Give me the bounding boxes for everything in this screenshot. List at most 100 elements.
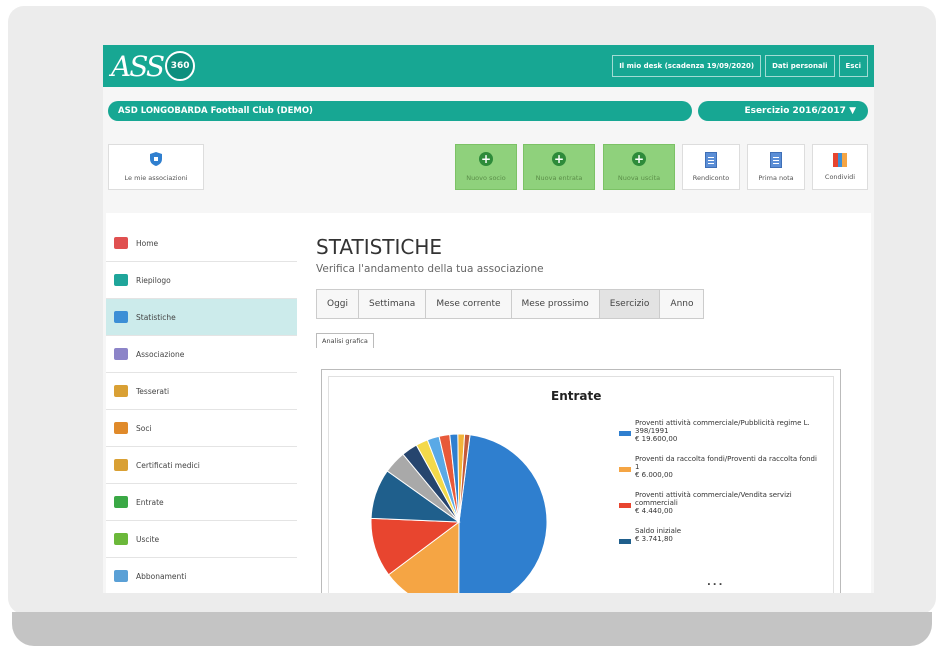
sidebar-item-label: Riepilogo bbox=[136, 275, 171, 285]
legend-label: Proventi attività commerciale/Vendita se… bbox=[635, 491, 792, 507]
page-subtitle: Verifica l'andamento della tua associazi… bbox=[316, 263, 544, 275]
legend-item[interactable]: Saldo iniziale € 3.741,80 bbox=[619, 527, 819, 544]
new-expense-label: Nuova uscita bbox=[617, 174, 661, 182]
sidebar-item-label: Entrate bbox=[136, 497, 164, 507]
new-income-button[interactable]: + Nuova entrata bbox=[523, 144, 595, 190]
home-icon bbox=[114, 237, 128, 249]
sidebar-item-uscite[interactable]: Uscite bbox=[106, 521, 297, 558]
legend-swatch bbox=[619, 431, 631, 436]
sidebar-item-certificati-medici[interactable]: Certificati medici bbox=[106, 447, 297, 484]
new-income-label: Nuova entrata bbox=[535, 174, 583, 182]
legend-value: € 6.000,00 bbox=[635, 471, 673, 479]
legend-value: € 3.741,80 bbox=[635, 535, 673, 543]
logo-badge: 360 bbox=[165, 51, 196, 81]
chart-area: Entrate Proventi attività commerciale/Pu… bbox=[328, 376, 834, 593]
plus-icon: + bbox=[552, 152, 566, 166]
laptop-base bbox=[12, 612, 932, 646]
sidebar-item-soci[interactable]: Soci bbox=[106, 410, 297, 447]
legend-text: Saldo iniziale € 3.741,80 bbox=[635, 527, 681, 544]
sidebar-item-label: Abbonamenti bbox=[136, 571, 187, 581]
tab-oggi[interactable]: Oggi bbox=[316, 289, 360, 319]
sidebar-item-label: Certificati medici bbox=[136, 460, 200, 470]
sidebar-item-associazione[interactable]: Associazione bbox=[106, 336, 297, 373]
fiscal-year-select[interactable]: Esercizio 2016/2017 ▼ bbox=[698, 101, 868, 121]
statistics-icon bbox=[114, 311, 128, 323]
legend-item[interactable]: Proventi attività commerciale/Pubblicità… bbox=[619, 419, 819, 443]
pie-chart bbox=[370, 433, 548, 593]
tab-esercizio[interactable]: Esercizio bbox=[599, 289, 661, 319]
first-note-button[interactable]: Prima nota bbox=[747, 144, 805, 190]
plus-icon: + bbox=[479, 152, 493, 166]
tab-settimana[interactable]: Settimana bbox=[359, 289, 427, 319]
sidebar-item-tesserati[interactable]: Tesserati bbox=[106, 373, 297, 410]
legend-swatch bbox=[619, 467, 631, 472]
plus-icon: + bbox=[632, 152, 646, 166]
legend-text: Proventi attività commerciale/Pubblicità… bbox=[635, 419, 819, 443]
legend-value: € 4.440,00 bbox=[635, 507, 673, 515]
sidebar-item-statistiche[interactable]: Statistiche bbox=[106, 299, 297, 336]
sidebar-item-home[interactable]: Home bbox=[106, 225, 297, 262]
association-icon bbox=[114, 348, 128, 360]
shield-icon bbox=[150, 152, 162, 166]
tab-anno[interactable]: Anno bbox=[660, 289, 705, 319]
my-desk-link[interactable]: Il mio desk (scadenza 19/09/2020) bbox=[612, 55, 762, 77]
share-icon bbox=[833, 153, 848, 167]
legend-item[interactable]: Proventi da raccolta fondi/Proventi da r… bbox=[619, 455, 819, 479]
logo-text: ASS bbox=[111, 49, 165, 83]
ledger-icon bbox=[770, 152, 782, 168]
sidebar: Home Riepilogo Statistiche Associazione Tess… bbox=[106, 225, 297, 593]
sidebar-item-label: Tesserati bbox=[136, 386, 170, 396]
sidebar-item-label: Home bbox=[136, 238, 159, 248]
new-expense-button[interactable]: + Nuova uscita bbox=[603, 144, 675, 190]
sidebar-item-label: Associazione bbox=[136, 349, 185, 359]
legend-label: Saldo iniziale bbox=[635, 527, 682, 535]
sidebar-item-abbonamenti[interactable]: Abbonamenti bbox=[106, 558, 297, 593]
chart-container: Entrate Proventi attività commerciale/Pu… bbox=[321, 369, 841, 593]
legend-label: Proventi da raccolta fondi/Proventi da r… bbox=[635, 455, 817, 471]
tab-mese-corrente[interactable]: Mese corrente bbox=[426, 289, 512, 319]
top-bar: ASS 360 Il mio desk (scadenza 19/09/2020… bbox=[103, 45, 874, 87]
chart-legend: Proventi attività commerciale/Pubblicità… bbox=[619, 419, 819, 556]
legend-more[interactable]: ... bbox=[707, 577, 724, 588]
period-tabs: Oggi Settimana Mese corrente Mese prossimo E… bbox=[316, 289, 856, 319]
personal-data-link[interactable]: Dati personali bbox=[765, 55, 835, 77]
legend-text: Proventi da raccolta fondi/Proventi da r… bbox=[635, 455, 819, 479]
share-button[interactable]: Condividi bbox=[812, 144, 868, 190]
medical-certificate-icon bbox=[114, 459, 128, 471]
page-title: STATISTICHE bbox=[316, 235, 443, 259]
legend-swatch bbox=[619, 503, 631, 508]
legend-label: Proventi attività commerciale/Pubblicità… bbox=[635, 419, 810, 435]
sidebar-item-entrate[interactable]: Entrate bbox=[106, 484, 297, 521]
logout-link[interactable]: Esci bbox=[838, 55, 868, 77]
tab-graphic-analysis[interactable]: Analisi grafica bbox=[316, 333, 374, 348]
expense-icon bbox=[114, 533, 128, 545]
tab-mese-prossimo[interactable]: Mese prossimo bbox=[511, 289, 600, 319]
first-note-label: Prima nota bbox=[758, 174, 794, 182]
members-icon bbox=[114, 422, 128, 434]
summary-icon bbox=[114, 274, 128, 286]
legend-text: Proventi attività commerciale/Vendita se… bbox=[635, 491, 819, 515]
club-name-bar: ASD LONGOBARDA Football Club (DEMO) bbox=[108, 101, 692, 121]
sidebar-item-label: Soci bbox=[136, 423, 152, 433]
chart-title: Entrate bbox=[551, 389, 602, 403]
share-label: Condividi bbox=[824, 173, 856, 181]
report-label: Rendiconto bbox=[692, 174, 730, 182]
legend-value: € 19.600,00 bbox=[635, 435, 678, 443]
members-card-icon bbox=[114, 385, 128, 397]
app-logo[interactable]: ASS 360 bbox=[111, 49, 196, 83]
pie-slice-0[interactable] bbox=[458, 434, 548, 593]
legend-swatch bbox=[619, 539, 631, 544]
sidebar-item-label: Statistiche bbox=[136, 312, 176, 322]
sidebar-item-label: Uscite bbox=[136, 534, 160, 544]
my-associations-button[interactable]: Le mie associazioni bbox=[108, 144, 204, 190]
sidebar-item-riepilogo[interactable]: Riepilogo bbox=[106, 262, 297, 299]
income-icon bbox=[114, 496, 128, 508]
report-button[interactable]: Rendiconto bbox=[682, 144, 740, 190]
new-member-button[interactable]: + Nuovo socio bbox=[455, 144, 517, 190]
my-associations-label: Le mie associazioni bbox=[124, 174, 188, 182]
report-icon bbox=[705, 152, 717, 168]
legend-item[interactable]: Proventi attività commerciale/Vendita se… bbox=[619, 491, 819, 515]
statistics-content: STATISTICHE Verifica l'andamento della t… bbox=[316, 225, 856, 593]
top-links: Il mio desk (scadenza 19/09/2020) Dati p… bbox=[612, 55, 868, 77]
main-panel: Home Riepilogo Statistiche Associazione Tess… bbox=[106, 213, 871, 593]
